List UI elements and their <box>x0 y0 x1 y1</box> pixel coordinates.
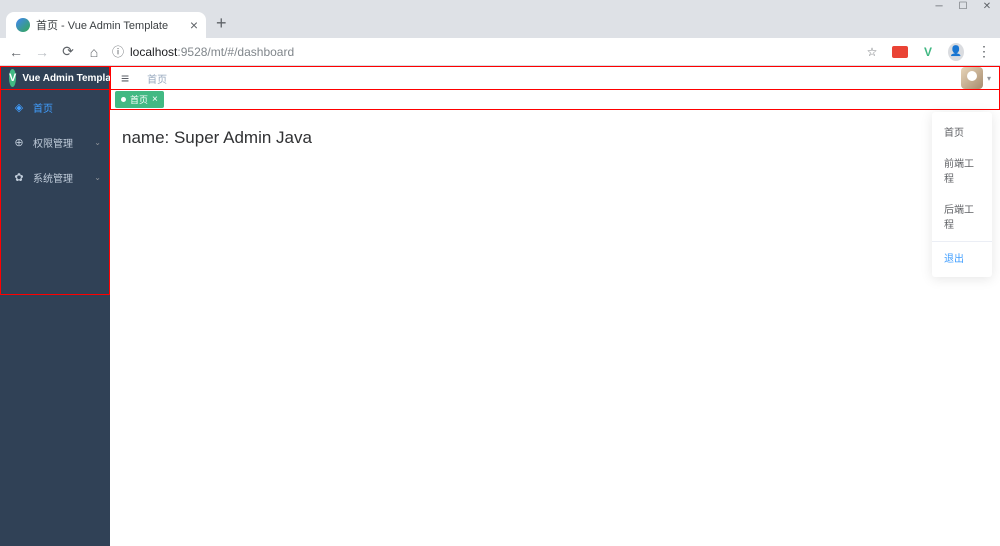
dashboard-icon: ◈ <box>13 102 25 114</box>
content-text: name: Super Admin Java <box>122 128 988 148</box>
browser-chrome: ─ ☐ ✕ 首页 - Vue Admin Template × + ← → ⟳ … <box>0 0 1000 66</box>
lock-icon: ⊕ <box>13 137 25 149</box>
dropdown-item-backend[interactable]: 后端工程 <box>932 193 992 239</box>
nav-reload-icon[interactable]: ⟳ <box>60 43 76 60</box>
profile-icon[interactable]: 👤 <box>948 44 964 60</box>
window-maximize[interactable]: ☐ <box>958 1 968 11</box>
avatar[interactable] <box>961 67 983 89</box>
tag-dot-icon <box>121 97 126 102</box>
url-field[interactable]: ⓘ localhost:9528/mt/#/dashboard <box>112 43 854 60</box>
logo-badge-icon: V <box>9 69 16 87</box>
navbar: ≡ 首页 ▾ <box>110 66 1000 90</box>
sidebar-item-permission[interactable]: ⊕ 权限管理 ⌄ <box>1 125 109 160</box>
window-controls: ─ ☐ ✕ <box>0 0 1000 10</box>
dropdown-item-logout[interactable]: 退出 <box>932 241 992 273</box>
url-path: /mt/#/dashboard <box>207 45 294 59</box>
sidebar-item-label: 权限管理 <box>33 135 73 150</box>
main-area: ≡ 首页 ▾ 首页 × name: Super Admin Java 首页 前端… <box>110 66 1000 546</box>
tags-view: 首页 × <box>110 90 1000 110</box>
tag-active[interactable]: 首页 × <box>115 91 164 108</box>
nav-forward-icon: → <box>34 44 50 60</box>
nav-back-icon[interactable]: ← <box>8 44 24 60</box>
app-container: V Vue Admin Template ◈ 首页 ⊕ 权限管理 ⌄ ✿ 系统管… <box>0 66 1000 546</box>
extension-icons: ☆ V 👤 ⋮ <box>864 44 992 60</box>
tab-title: 首页 - Vue Admin Template <box>36 17 168 33</box>
sidebar-item-home[interactable]: ◈ 首页 <box>1 90 109 125</box>
browser-menu-icon[interactable]: ⋮ <box>976 44 992 60</box>
gear-icon: ✿ <box>13 172 25 184</box>
url-host: localhost <box>130 45 177 59</box>
logo-text: Vue Admin Template <box>22 73 119 84</box>
sidebar-item-label: 首页 <box>33 100 53 115</box>
window-minimize[interactable]: ─ <box>934 1 944 11</box>
hamburger-icon[interactable]: ≡ <box>111 70 139 86</box>
url-port: :9528 <box>177 45 207 59</box>
dropdown-item-frontend[interactable]: 前端工程 <box>932 147 992 193</box>
vue-devtools-icon[interactable]: V <box>920 44 936 60</box>
caret-down-icon[interactable]: ▾ <box>987 74 991 83</box>
nav-home-icon[interactable]: ⌂ <box>86 44 102 60</box>
sidebar-item-label: 系统管理 <box>33 170 73 185</box>
url-bar: ← → ⟳ ⌂ ⓘ localhost:9528/mt/#/dashboard … <box>0 38 1000 66</box>
dropdown-item-home[interactable]: 首页 <box>932 116 992 147</box>
user-dropdown: 首页 前端工程 后端工程 退出 <box>932 112 992 277</box>
sidebar-menu: ◈ 首页 ⊕ 权限管理 ⌄ ✿ 系统管理 ⌄ <box>0 90 110 295</box>
url-info-icon[interactable]: ⓘ <box>112 43 124 60</box>
bookmark-star-icon[interactable]: ☆ <box>864 44 880 60</box>
page-content: name: Super Admin Java <box>110 110 1000 166</box>
chevron-down-icon: ⌄ <box>94 138 101 147</box>
chevron-down-icon: ⌄ <box>94 173 101 182</box>
sidebar-item-system[interactable]: ✿ 系统管理 ⌄ <box>1 160 109 195</box>
window-close[interactable]: ✕ <box>982 1 992 11</box>
tab-favicon-icon <box>16 18 30 32</box>
browser-tab-bar: 首页 - Vue Admin Template × + <box>0 10 1000 38</box>
navbar-right: ▾ <box>961 67 991 89</box>
tag-close-icon[interactable]: × <box>152 94 158 105</box>
browser-tab-active[interactable]: 首页 - Vue Admin Template × <box>6 12 206 38</box>
extension-red-icon[interactable] <box>892 44 908 60</box>
new-tab-button[interactable]: + <box>216 13 227 38</box>
tag-label: 首页 <box>130 93 148 106</box>
tab-close-icon[interactable]: × <box>190 17 198 33</box>
sidebar-logo[interactable]: V Vue Admin Template <box>0 66 110 90</box>
breadcrumb: 首页 <box>147 71 167 86</box>
sidebar: V Vue Admin Template ◈ 首页 ⊕ 权限管理 ⌄ ✿ 系统管… <box>0 66 110 546</box>
